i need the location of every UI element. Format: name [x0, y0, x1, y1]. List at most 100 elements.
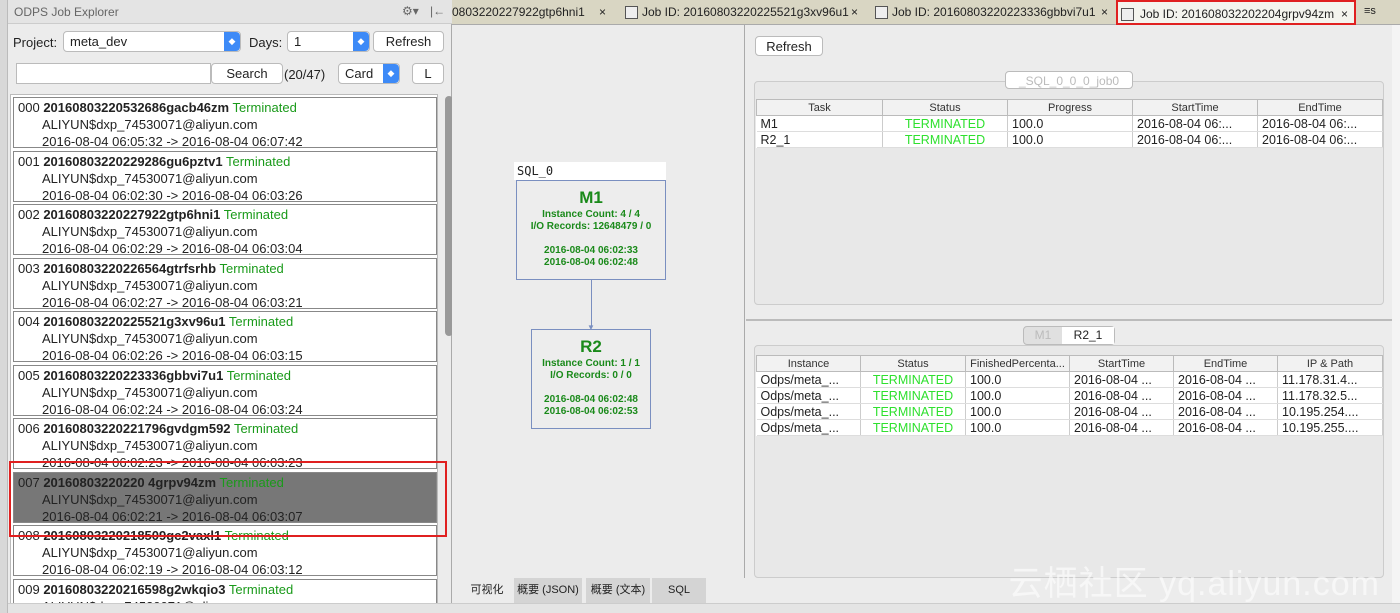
right-gutter [1392, 25, 1400, 613]
job-card[interactable]: 009 20160803220216598g2wkqio3 Terminated… [13, 578, 437, 605]
job-status: Terminated [225, 153, 291, 169]
job-user: ALIYUN$dxp_74530071@aliyun.com [42, 384, 258, 400]
job-id: 20160803220229286gu6pztv1 [43, 153, 223, 169]
job-card-header: 000 20160803220532686gacb46zm Terminated [18, 99, 432, 116]
project-value: meta_dev [70, 34, 128, 49]
column-header[interactable]: Task [756, 99, 883, 116]
job-tab[interactable]: _SQL_0_0_0_job0 [1005, 71, 1133, 89]
job-id: 20160803220216598g2wkqio3 [43, 581, 226, 597]
table-cell: 2016-08-04 ... [1173, 419, 1278, 436]
instance-row[interactable]: Odps/meta_... TERMINATED 100.0 2016-08-04 .… [756, 387, 1383, 404]
days-select[interactable]: 1 ◆ [287, 31, 370, 52]
column-header[interactable]: StartTime [1132, 99, 1258, 116]
detail-refresh-button[interactable]: Refresh [755, 36, 823, 56]
column-header[interactable]: IP & Path [1277, 355, 1383, 372]
refresh-button[interactable]: Refresh [373, 31, 444, 52]
column-header[interactable]: Status [882, 99, 1008, 116]
column-header[interactable]: Instance [756, 355, 861, 372]
job-time: 2016-08-04 06:02:29 -> 2016-08-04 06:03:… [42, 241, 303, 256]
l-button[interactable]: L [412, 63, 444, 84]
search-button[interactable]: Search [211, 63, 283, 84]
subtab-r2-1[interactable]: R2_1 [1062, 327, 1114, 344]
tab-label: Job ID: 20160803220225521g3xv96u1 [642, 5, 849, 19]
edge-arrow [591, 280, 592, 328]
job-user: ALIYUN$dxp_74530071@aliyun.com [42, 277, 258, 293]
job-id: 20160803220221796gvdgm592 [43, 421, 231, 436]
job-time: 2016-08-04 06:02:27 -> 2016-08-04 06:03:… [42, 294, 303, 310]
column-header[interactable]: StartTime [1069, 355, 1174, 372]
instance-row[interactable]: Odps/meta_... TERMINATED 100.0 2016-08-04 .… [756, 419, 1383, 436]
instance-row[interactable]: Odps/meta_... TERMINATED 100.0 2016-08-04 .… [756, 403, 1383, 420]
job-explorer-panel: ODPS Job Explorer ⚙▾ |← Project: meta_de… [8, 0, 453, 613]
task-row[interactable]: R2_1 TERMINATED 100.0 2016-08-04 06:... 2016… [756, 131, 1383, 148]
editor-tab[interactable]: Job ID: 20160803220223336gbbvi7u1 × [872, 0, 1114, 25]
project-select[interactable]: meta_dev ◆ [63, 31, 241, 52]
subtab-m1[interactable]: M1 [1024, 327, 1062, 344]
tab-overflow-icon[interactable]: ≡s [1364, 5, 1376, 17]
node-io-records: I/O Records: 12648479 / 0 [530, 221, 652, 232]
node-start-time: 2016-08-04 06:02:48 [544, 394, 638, 405]
job-file-icon [875, 6, 888, 19]
panel-header: ODPS Job Explorer ⚙▾ |← [8, 0, 452, 24]
column-header[interactable]: Status [860, 355, 966, 372]
close-icon[interactable]: × [851, 0, 858, 25]
close-icon[interactable]: × [1101, 0, 1108, 25]
column-header[interactable]: EndTime [1173, 355, 1278, 372]
table-cell: 2016-08-04 ... [1173, 403, 1278, 420]
panel-title: ODPS Job Explorer [14, 5, 119, 19]
tab-label: Job ID: 20160803220223336gbbvi7u1 [892, 5, 1096, 19]
task-row[interactable]: M1 TERMINATED 100.0 2016-08-04 06:... 2016-0… [756, 115, 1383, 132]
job-card[interactable]: 005 20160803220223336gbbvi7u1 Terminated… [13, 364, 437, 417]
graph-node-m1[interactable]: M1 Instance Count: 4 / 4 I/O Records: 1264… [516, 180, 666, 280]
job-time: 2016-08-04 06:02:19 -> 2016-08-04 06:03:… [42, 562, 303, 577]
bottom-tab[interactable]: 可视化 [462, 578, 512, 603]
graph-node-r2[interactable]: R2 Instance Count: 1 / 1 I/O Records: 0 / … [531, 329, 651, 429]
column-header[interactable]: Progress [1007, 99, 1133, 116]
close-icon[interactable]: × [1341, 2, 1348, 27]
table-cell: TERMINATED [860, 419, 966, 436]
table-cell: 10.195.255.... [1277, 419, 1383, 436]
job-file-icon [1121, 8, 1134, 21]
job-index: 002 [18, 207, 40, 222]
job-index: 004 [18, 314, 40, 329]
job-card[interactable]: 001 20160803220229286gu6pztv1 Terminated… [13, 150, 437, 203]
view-select[interactable]: Card ◆ [338, 63, 400, 84]
table-cell: TERMINATED [860, 387, 966, 404]
editor-tab[interactable]: Job ID: 20160803220225521g3xv96u1 × [622, 0, 864, 25]
bottom-tab[interactable]: 概要 (JSON) [514, 578, 582, 603]
bottom-tab[interactable]: 概要 (文本) [586, 578, 650, 603]
job-card[interactable]: 004 20160803220225521g3xv96u1 Terminated… [13, 311, 437, 363]
search-input[interactable] [16, 63, 211, 84]
project-label: Project: [13, 35, 58, 50]
job-card-header: 005 20160803220223336gbbvi7u1 Terminated [18, 367, 432, 384]
table-cell: 10.195.254.... [1277, 403, 1383, 420]
left-gutter [0, 0, 8, 613]
editor-tab[interactable]: Job ID: 201608032202204grpv94zm × [1116, 0, 1356, 25]
bottom-tab[interactable]: SQL [652, 578, 706, 603]
column-header[interactable]: EndTime [1257, 99, 1383, 116]
column-header[interactable]: FinishedPercenta... [965, 355, 1070, 372]
job-card[interactable]: 003 20160803220226564gtrfsrhb Terminated… [13, 257, 437, 310]
job-card-header: 002 20160803220227922gtp6hni1 Terminated [18, 206, 432, 223]
table-cell: 100.0 [965, 371, 1070, 388]
table-cell: 2016-08-04 ... [1173, 387, 1278, 404]
table-cell: 2016-08-04 ... [1173, 371, 1278, 388]
splitter[interactable] [746, 319, 1392, 321]
days-value: 1 [294, 34, 302, 49]
gear-icon[interactable]: ⚙▾ [402, 4, 419, 18]
editor-tab[interactable]: 0803220227922gtp6hni1 × [432, 0, 612, 25]
tab-label: 0803220227922gtp6hni1 [452, 5, 585, 19]
job-card[interactable]: 000 20160803220532686gacb46zm Terminated… [13, 97, 437, 149]
table-cell: TERMINATED [860, 403, 966, 420]
table-cell: Odps/meta_... [756, 419, 861, 436]
table-cell: 2016-08-04 ... [1069, 371, 1174, 388]
close-icon[interactable]: × [599, 0, 606, 25]
table-cell: 100.0 [1007, 115, 1133, 132]
watermark: 云栖社区 yq.aliyun.com [1008, 565, 1380, 603]
job-card-header: 003 20160803220226564gtrfsrhb Terminated [18, 260, 432, 277]
instance-row[interactable]: Odps/meta_... TERMINATED 100.0 2016-08-04 .… [756, 371, 1383, 388]
table-cell: TERMINATED [860, 371, 966, 388]
table-header-row: Task Status Progress StartTime EndTime [756, 99, 1383, 116]
job-card[interactable]: 002 20160803220227922gtp6hni1 Terminated… [13, 204, 437, 256]
